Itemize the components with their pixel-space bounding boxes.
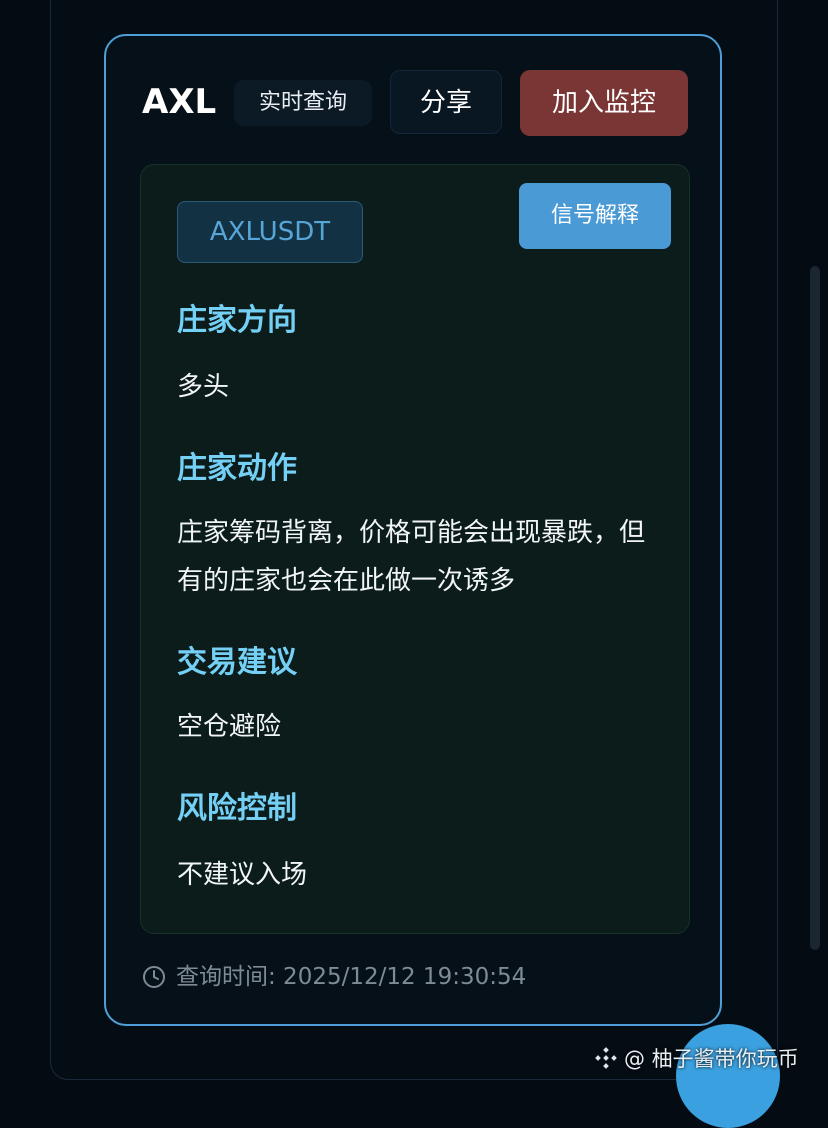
signal-card: AXL 实时查询 分享 加入监控 AXLUSDT 信号解释 庄家方向 多头 庄家… bbox=[104, 34, 722, 1026]
realtime-query-badge: 实时查询 bbox=[234, 80, 372, 126]
section-title-action: 庄家动作 bbox=[177, 451, 297, 486]
scrollbar[interactable] bbox=[810, 266, 820, 950]
add-monitor-button[interactable]: 加入监控 bbox=[520, 70, 688, 136]
section-title-direction: 庄家方向 bbox=[177, 303, 297, 338]
binance-logo-icon bbox=[594, 1046, 618, 1070]
signal-panel: AXLUSDT 信号解释 庄家方向 多头 庄家动作 庄家筹码背离，价格可能会出现… bbox=[140, 164, 690, 934]
symbol-title: AXL bbox=[142, 82, 217, 122]
floating-action-button[interactable] bbox=[676, 1024, 780, 1128]
watermark: @ 柚子酱带你玩币 bbox=[594, 1042, 799, 1074]
watermark-text: @ 柚子酱带你玩币 bbox=[624, 1047, 799, 1071]
query-time-text: 查询时间: 2025/12/12 19:30:54 bbox=[176, 964, 527, 990]
section-title-advice: 交易建议 bbox=[177, 645, 297, 680]
section-body-direction: 多头 bbox=[177, 372, 230, 402]
section-body-risk: 不建议入场 bbox=[177, 860, 308, 890]
card-header: AXL 实时查询 分享 加入监控 bbox=[106, 36, 720, 166]
section-title-risk: 风险控制 bbox=[177, 791, 297, 826]
query-time: 查询时间: 2025/12/12 19:30:54 bbox=[142, 962, 526, 992]
signal-explain-button[interactable]: 信号解释 bbox=[519, 183, 671, 249]
clock-icon bbox=[142, 965, 166, 989]
pair-tag: AXLUSDT bbox=[177, 201, 363, 263]
section-body-advice: 空仓避险 bbox=[177, 712, 282, 742]
share-button[interactable]: 分享 bbox=[390, 70, 502, 134]
section-body-action: 庄家筹码背离，价格可能会出现暴跌，但有的庄家也会在此做一次诱多 bbox=[177, 518, 646, 596]
